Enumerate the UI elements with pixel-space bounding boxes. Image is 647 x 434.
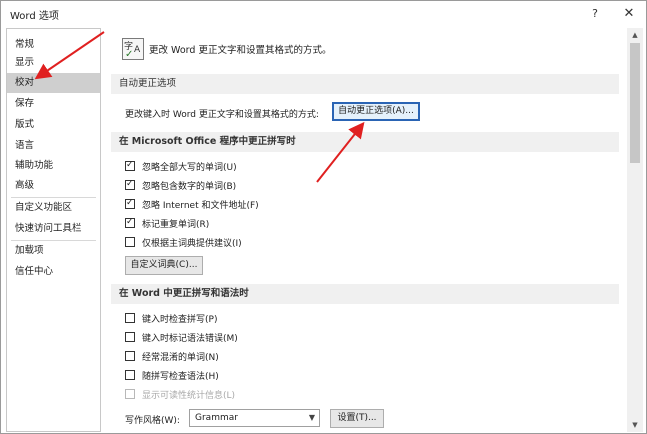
office-spelling-section-header: 在 Microsoft Office 程序中更正拼写时 xyxy=(111,132,619,152)
close-button[interactable]: ✕ xyxy=(618,4,640,24)
title-bar: Word 选项 ? ✕ xyxy=(1,1,646,27)
checkbox[interactable] xyxy=(125,370,135,380)
option-label: 仅根据主词典提供建议(I) xyxy=(142,239,242,249)
sidebar-item-add-ins[interactable]: 加载项 xyxy=(7,241,100,261)
sidebar-item-language[interactable]: 语言 xyxy=(7,136,100,156)
sidebar-item-proofing[interactable]: 校对 xyxy=(7,73,100,93)
scroll-up-icon[interactable]: ▲ xyxy=(627,28,643,42)
option-label: 键入时标记语法错误(M) xyxy=(142,334,238,344)
option-label: 忽略 Internet 和文件地址(F) xyxy=(142,201,259,211)
checkmark-icon: ✓ xyxy=(126,217,134,227)
sidebar-item-save[interactable]: 保存 xyxy=(7,94,100,114)
word-spelling-section-header: 在 Word 中更正拼写和语法时 xyxy=(111,284,619,304)
option-label: 经常混淆的单词(N) xyxy=(142,353,219,363)
option-label: 忽略全部大写的单词(U) xyxy=(142,163,237,173)
checkbox[interactable]: ✓ xyxy=(125,160,135,171)
sidebar-item-customize-ribbon[interactable]: 自定义功能区 xyxy=(7,198,100,218)
checkmark-icon: ✓ xyxy=(126,198,134,208)
scroll-thumb[interactable] xyxy=(630,43,640,163)
checkbox[interactable] xyxy=(125,332,135,342)
sidebar-item-display[interactable]: 显示 xyxy=(7,53,100,73)
help-button[interactable]: ? xyxy=(584,4,606,24)
sidebar-item-layout[interactable]: 版式 xyxy=(7,115,100,135)
checkmark-icon: ✓ xyxy=(126,160,134,170)
custom-dictionaries-button[interactable]: 自定义词典(C)... xyxy=(125,256,203,275)
sidebar-item-trust-center[interactable]: 信任中心 xyxy=(7,262,100,282)
writing-style-value: Grammar xyxy=(195,413,238,423)
sidebar-item-general[interactable]: 常规 xyxy=(7,35,100,55)
grammar-settings-button[interactable]: 设置(T)... xyxy=(330,409,384,428)
option-label: 随拼写检查语法(H) xyxy=(142,372,219,382)
scroll-down-icon[interactable]: ▼ xyxy=(627,418,643,432)
window-title: Word 选项 xyxy=(10,11,59,22)
checkbox[interactable] xyxy=(125,313,135,323)
chevron-down-icon: ▼ xyxy=(308,413,315,422)
autocorrect-description: 更改键入时 Word 更正文字和设置其格式的方式: xyxy=(125,110,319,120)
sidebar-item-accessibility[interactable]: 辅助功能 xyxy=(7,156,100,176)
proofing-panel: 字 A ✓ 更改 Word 更正文字和设置其格式的方式。 自动更正选项 更改键入时 … xyxy=(109,28,627,432)
option-label: 显示可读性统计信息(L) xyxy=(142,391,236,401)
checkbox[interactable]: ✓ xyxy=(125,217,135,228)
autocorrect-options-button[interactable]: 自动更正选项(A)... xyxy=(332,102,420,121)
sidebar-item-quick-access-toolbar[interactable]: 快速访问工具栏 xyxy=(7,219,100,239)
checkmark-icon: ✓ xyxy=(126,179,134,189)
vertical-scrollbar[interactable]: ▲ ▼ xyxy=(627,28,643,432)
writing-style-select[interactable]: Grammar ▼ xyxy=(189,409,320,427)
option-label: 标记重复单词(R) xyxy=(142,220,210,230)
sidebar-item-advanced[interactable]: 高级 xyxy=(7,176,100,196)
option-label: 键入时检查拼写(P) xyxy=(142,315,218,325)
word-options-dialog: Word 选项 ? ✕ 常规 显示 校对 保存 版式 语言 辅助功能 高级 自定… xyxy=(0,0,647,434)
checkbox[interactable]: ✓ xyxy=(125,198,135,209)
checkbox[interactable] xyxy=(125,237,135,247)
options-sidebar: 常规 显示 校对 保存 版式 语言 辅助功能 高级 自定义功能区 快速访问工具栏… xyxy=(6,28,101,432)
autocorrect-section-header: 自动更正选项 xyxy=(111,74,619,94)
checkbox xyxy=(125,389,135,399)
proofing-abc-check-icon: 字 A ✓ xyxy=(122,38,144,60)
writing-style-label: 写作风格(W): xyxy=(125,416,180,426)
checkbox[interactable] xyxy=(125,351,135,361)
panel-description: 更改 Word 更正文字和设置其格式的方式。 xyxy=(149,45,332,56)
checkbox[interactable]: ✓ xyxy=(125,179,135,190)
option-label: 忽略包含数字的单词(B) xyxy=(142,182,237,192)
